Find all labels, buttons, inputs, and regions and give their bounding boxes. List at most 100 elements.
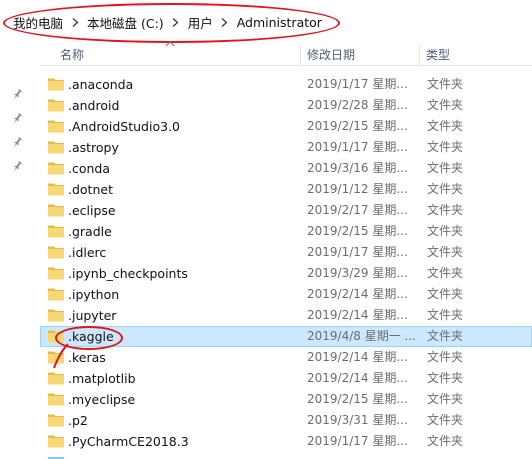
folder-icon	[48, 162, 64, 175]
file-type: 文件夹	[427, 77, 464, 91]
file-type: 文件夹	[427, 434, 464, 448]
file-name[interactable]: .anaconda	[68, 74, 133, 95]
breadcrumb-item-my-computer[interactable]: 我的电脑	[12, 11, 64, 34]
list-item[interactable]: .p2 2019/3/31 星期... 文件夹	[40, 410, 532, 431]
file-type: 文件夹	[427, 266, 464, 280]
file-modified-date: 2019/1/17 星期...	[307, 77, 408, 91]
file-name[interactable]: .conda	[68, 158, 110, 179]
list-item[interactable]: .android 2019/2/28 星期... 文件夹	[40, 95, 532, 116]
file-type: 文件夹	[427, 413, 464, 427]
list-item[interactable]: .eclipse 2019/2/17 星期... 文件夹	[40, 200, 532, 221]
list-item[interactable]: .kaggle 2019/4/8 星期一 ... 文件夹	[40, 326, 532, 347]
file-modified-date: 2019/2/15 星期...	[307, 224, 408, 238]
folder-icon	[48, 183, 64, 196]
file-name[interactable]: .dotnet	[68, 179, 113, 200]
file-type: 文件夹	[427, 203, 464, 217]
folder-icon	[48, 141, 64, 154]
file-name[interactable]: .jupyter	[68, 305, 116, 326]
file-type: 文件夹	[427, 182, 464, 196]
file-modified-date: 2019/2/14 星期...	[307, 371, 408, 385]
list-item[interactable]: .AndroidStudio3.0 2019/2/15 星期... 文件夹	[40, 116, 532, 137]
file-modified-date: 2019/3/16 星期...	[307, 161, 408, 175]
folder-icon	[48, 99, 64, 112]
list-item[interactable]: .conda 2019/3/16 星期... 文件夹	[40, 158, 532, 179]
file-modified-date: 2019/2/15 星期...	[307, 392, 408, 406]
file-name[interactable]: .myeclipse	[68, 389, 135, 410]
list-item[interactable]: .astropy 2019/1/17 星期... 文件夹	[40, 137, 532, 158]
folder-icon	[48, 267, 64, 280]
file-name[interactable]: .PyCharmCE2018.3	[68, 431, 189, 452]
file-type: 文件夹	[427, 245, 464, 259]
file-name[interactable]: .idlerc	[68, 242, 106, 263]
breadcrumb-item-administrator[interactable]: Administrator	[236, 13, 323, 32]
pin-icon[interactable]	[10, 136, 24, 150]
list-item[interactable]: .dotnet 2019/1/12 星期... 文件夹	[40, 179, 532, 200]
folder-icon	[48, 457, 64, 459]
list-item[interactable]: .PyCharmCE2018.3 2019/1/17 星期... 文件夹	[40, 431, 532, 452]
file-modified-date: 2019/1/17 星期...	[307, 434, 408, 448]
file-modified-date: 2019/2/15 星期...	[307, 119, 408, 133]
quick-access-pins	[0, 44, 40, 459]
list-item[interactable]: .idlerc 2019/1/17 星期... 文件夹	[40, 242, 532, 263]
file-type: 文件夹	[427, 287, 464, 301]
column-header-type[interactable]: 类型	[420, 44, 532, 66]
folder-icon	[48, 204, 64, 217]
list-item[interactable]: .gradle 2019/2/15 星期... 文件夹	[40, 221, 532, 242]
list-item[interactable]: .anaconda 2019/1/17 星期... 文件夹	[40, 74, 532, 95]
file-name[interactable]: .ipython	[68, 284, 119, 305]
pin-icon[interactable]	[10, 112, 24, 126]
folder-icon	[48, 225, 64, 238]
column-headers: 名称 修改日期 类型	[40, 44, 532, 66]
breadcrumb-item-local-disk[interactable]: 本地磁盘 (C:)	[86, 11, 165, 34]
file-name[interactable]: .gradle	[68, 221, 112, 242]
folder-icon	[48, 288, 64, 301]
folder-icon	[48, 246, 64, 259]
file-type: 文件夹	[427, 119, 464, 133]
folder-icon	[48, 393, 64, 406]
folder-icon	[48, 414, 64, 427]
file-type: 文件夹	[427, 392, 464, 406]
file-type: 文件夹	[427, 224, 464, 238]
file-modified-date: 2019/2/17 星期...	[307, 203, 408, 217]
pin-icon[interactable]	[10, 88, 24, 102]
breadcrumb: 我的电脑 本地磁盘 (C:) 用户 Administrator	[0, 0, 532, 44]
file-name[interactable]: .keras	[68, 347, 106, 368]
list-item[interactable]: .ipython 2019/2/14 星期... 文件夹	[40, 284, 532, 305]
file-name[interactable]: .android	[68, 95, 119, 116]
folder-icon	[48, 120, 64, 133]
file-name[interactable]: .kaggle	[68, 326, 114, 347]
column-header-modified[interactable]: 修改日期	[301, 44, 419, 66]
file-name[interactable]: .p2	[68, 410, 88, 431]
file-modified-date: 2019/2/14 星期...	[307, 350, 408, 364]
file-modified-date: 2019/3/29 星期...	[307, 266, 408, 280]
list-item[interactable]: .keras 2019/2/14 星期... 文件夹	[40, 347, 532, 368]
file-type: 文件夹	[427, 308, 464, 322]
folder-icon	[48, 351, 64, 364]
list-item[interactable]: .ipynb_checkpoints 2019/3/29 星期... 文件夹	[40, 263, 532, 284]
file-type: 文件夹	[427, 371, 464, 385]
pin-icon[interactable]	[10, 160, 24, 174]
folder-icon	[48, 372, 64, 385]
file-explorer: 我的电脑 本地磁盘 (C:) 用户 Administrator 名称 修改日期 …	[0, 0, 532, 459]
file-name[interactable]: .eclipse	[68, 200, 116, 221]
column-header-name[interactable]: 名称	[54, 44, 300, 66]
chevron-right-icon[interactable]	[67, 14, 83, 30]
file-name[interactable]: .matplotlib	[68, 368, 136, 389]
list-item[interactable]: .matplotlib 2019/2/14 星期... 文件夹	[40, 368, 532, 389]
chevron-right-icon[interactable]	[168, 14, 184, 30]
list-item[interactable]: .myeclipse 2019/2/15 星期... 文件夹	[40, 389, 532, 410]
chevron-right-icon[interactable]	[217, 14, 233, 30]
list-item-partial[interactable]	[40, 452, 532, 459]
file-modified-date: 2019/3/31 星期...	[307, 413, 408, 427]
folder-icon	[48, 78, 64, 91]
list-item[interactable]: .jupyter 2019/2/14 星期... 文件夹	[40, 305, 532, 326]
file-modified-date: 2019/2/14 星期...	[307, 308, 408, 322]
file-name[interactable]: .ipynb_checkpoints	[68, 263, 188, 284]
file-type: 文件夹	[427, 140, 464, 154]
file-name[interactable]: .astropy	[68, 137, 119, 158]
breadcrumb-item-users[interactable]: 用户	[187, 11, 214, 34]
file-modified-date: 2019/1/17 星期...	[307, 140, 408, 154]
file-type: 文件夹	[427, 329, 464, 343]
file-modified-date: 2019/2/14 星期...	[307, 287, 408, 301]
file-name[interactable]: .AndroidStudio3.0	[68, 116, 180, 137]
